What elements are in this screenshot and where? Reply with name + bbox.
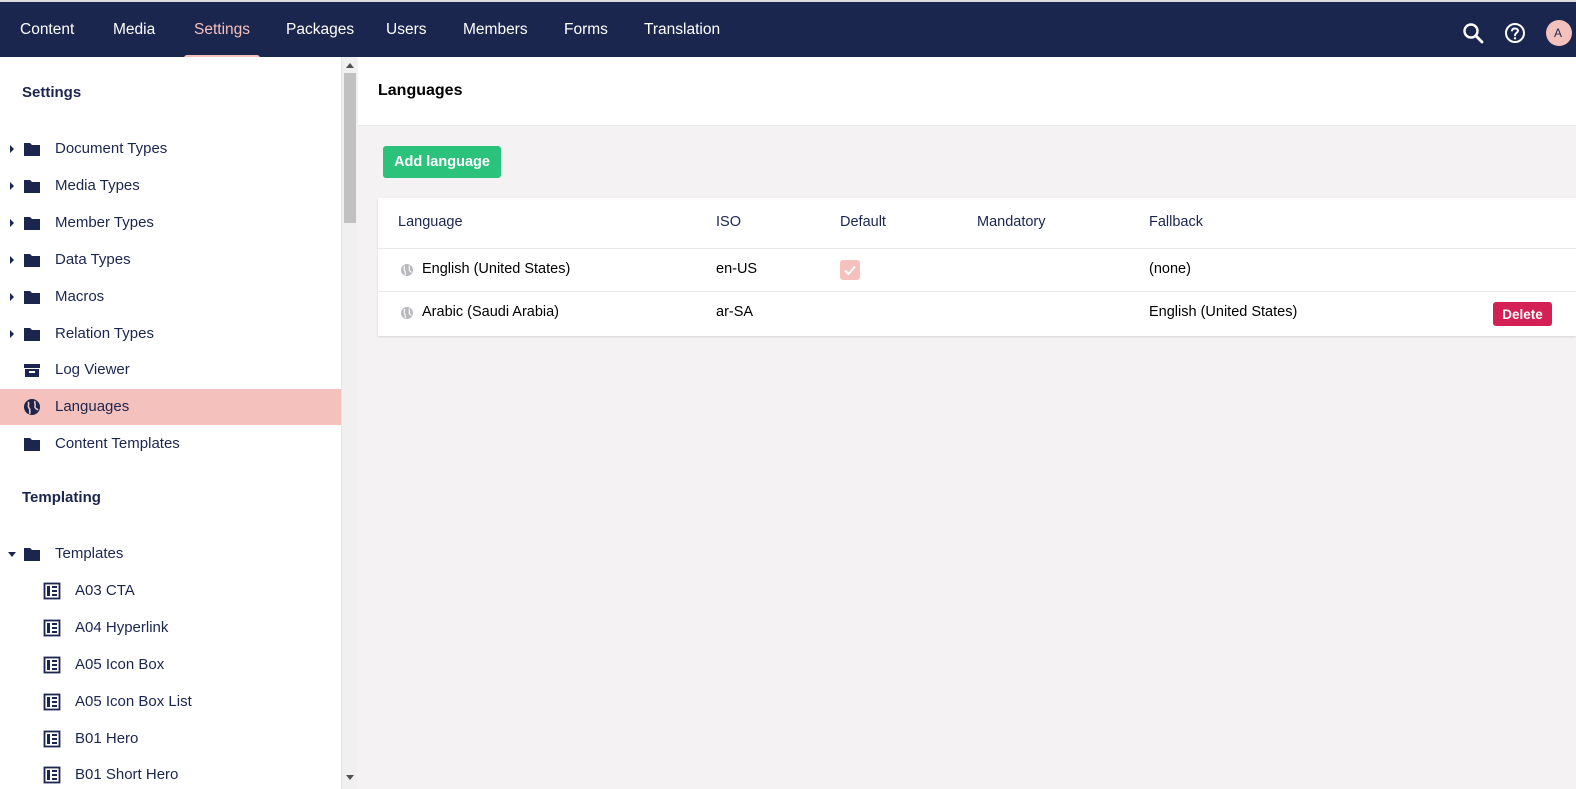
tree-item-template[interactable]: A03 CTA [0,573,341,609]
language-iso: en-US [716,261,758,277]
globe-icon [24,399,40,415]
tree-item-template[interactable]: A05 Icon Box List [0,684,341,720]
folder-icon [24,438,40,451]
scroll-up-icon[interactable] [346,62,354,70]
delete-language-button[interactable]: Delete [1493,302,1552,326]
archive-icon [24,364,40,377]
layout-icon [43,766,61,784]
caret-down-icon[interactable] [8,536,16,572]
language-name[interactable]: Arabic (Saudi Arabia) [422,304,559,320]
tree-item-log-viewer[interactable]: Log Viewer [0,352,341,388]
search-icon[interactable] [1462,22,1484,44]
sidebar-heading-settings: Settings [22,84,82,101]
caret-right-icon[interactable] [8,279,16,315]
column-header-mandatory: Mandatory [977,214,1046,230]
language-fallback: (none) [1149,261,1191,277]
tree-item-relation-types[interactable]: Relation Types [0,316,341,352]
nav-users[interactable]: Users [386,4,426,59]
check-icon [844,265,856,276]
page-title: Languages [378,82,463,99]
tree-item-template[interactable]: B01 Short Hero [0,757,341,789]
layout-icon [43,619,61,637]
nav-packages[interactable]: Packages [286,4,354,59]
folder-icon [24,548,40,561]
add-language-button[interactable]: Add language [383,146,501,178]
nav-members[interactable]: Members [463,4,528,59]
nav-translation[interactable]: Translation [644,4,720,59]
languages-table: Language ISO Default Mandatory Fallback … [378,198,1576,336]
nav-content[interactable]: Content [20,4,74,59]
top-navigation: Content Media Settings Packages Users Me… [0,2,1576,59]
column-header-fallback: Fallback [1149,214,1203,230]
folder-icon [24,217,40,230]
tree-item-template[interactable]: A05 Icon Box [0,647,341,683]
tree-item-member-types[interactable]: Member Types [0,205,341,241]
page-header: Languages [358,57,1576,126]
caret-right-icon[interactable] [8,316,16,352]
folder-icon [24,291,40,304]
tree-item-data-types[interactable]: Data Types [0,242,341,278]
tree-item-macros[interactable]: Macros [0,279,341,315]
tree-item-content-templates[interactable]: Content Templates [0,426,341,462]
default-checkbox [840,260,860,280]
layout-icon [43,730,61,748]
tree-item-document-types[interactable]: Document Types [0,131,341,167]
globe-icon [401,307,413,319]
nav-media[interactable]: Media [113,4,155,59]
sidebar-scrollbar[interactable] [341,57,357,789]
table-row[interactable]: Arabic (Saudi Arabia) ar-SA English (Uni… [378,291,1576,335]
caret-right-icon[interactable] [8,168,16,204]
folder-icon [24,143,40,156]
table-row[interactable]: English (United States) en-US (none) [378,248,1576,292]
nav-settings[interactable]: Settings [184,4,261,59]
language-iso: ar-SA [716,304,754,320]
tree-item-templates[interactable]: Templates [0,536,341,572]
column-header-default: Default [840,214,886,230]
scroll-down-icon[interactable] [346,773,354,781]
help-icon[interactable] [1504,22,1526,44]
sidebar: Settings Document Types Media Types Memb… [0,57,341,789]
sidebar-heading-templating: Templating [22,489,101,506]
language-fallback: English (United States) [1149,304,1298,320]
language-name[interactable]: English (United States) [422,261,570,277]
tree-item-template[interactable]: A04 Hyperlink [0,610,341,646]
layout-icon [43,582,61,600]
caret-right-icon[interactable] [8,242,16,278]
folder-icon [24,254,40,267]
caret-right-icon[interactable] [8,131,16,167]
globe-icon [401,264,413,276]
column-header-language: Language [398,214,463,230]
folder-icon [24,328,40,341]
tree-item-template[interactable]: B01 Hero [0,721,341,757]
column-header-iso: ISO [716,214,741,230]
tree-item-languages[interactable]: Languages [0,389,341,425]
folder-icon [24,180,40,193]
nav-forms[interactable]: Forms [564,4,608,59]
caret-right-icon[interactable] [8,205,16,241]
layout-icon [43,656,61,674]
user-avatar[interactable]: A [1546,20,1572,46]
scrollbar-thumb[interactable] [344,73,356,223]
layout-icon [43,693,61,711]
tree-item-media-types[interactable]: Media Types [0,168,341,204]
